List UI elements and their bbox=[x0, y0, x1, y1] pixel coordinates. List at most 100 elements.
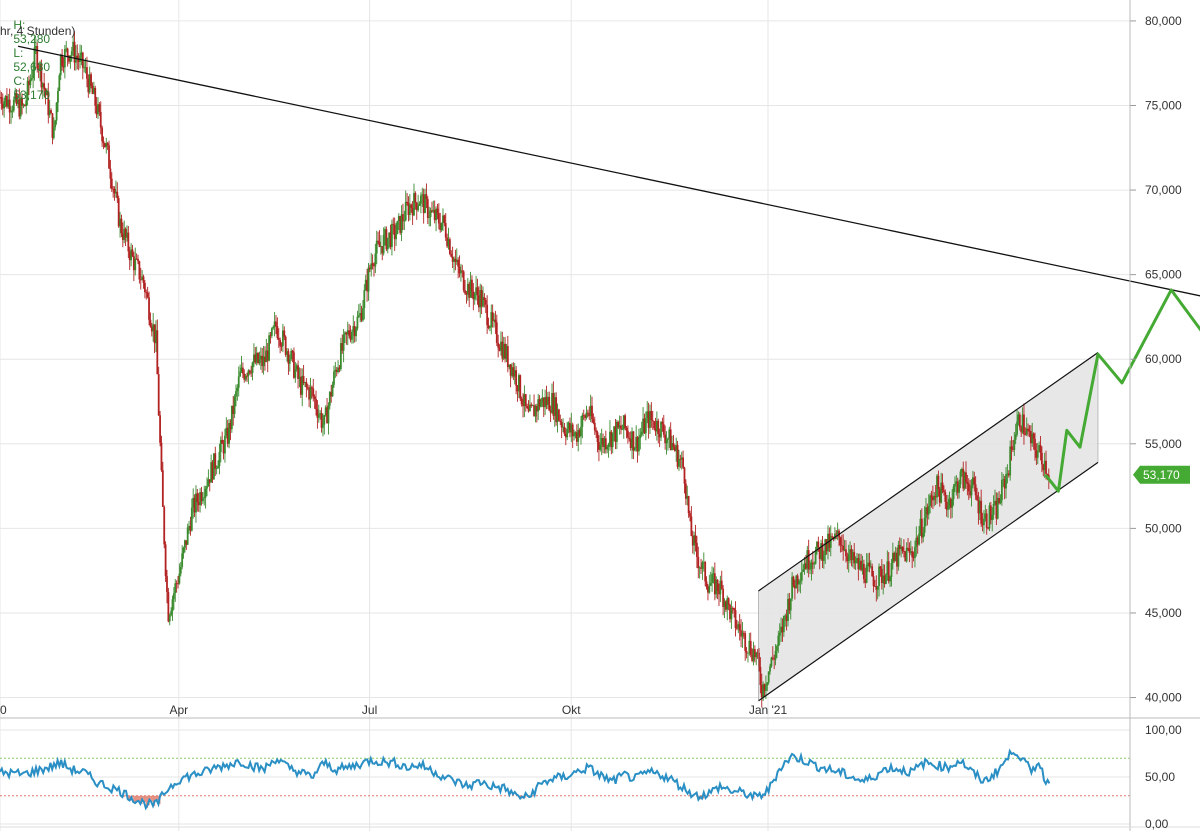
candle-body bbox=[387, 238, 389, 249]
candle-body bbox=[234, 397, 236, 414]
candle-body bbox=[627, 431, 629, 438]
candle-body bbox=[311, 387, 313, 388]
candle-body bbox=[489, 327, 491, 328]
candle-body bbox=[639, 435, 641, 438]
candle-body bbox=[202, 498, 204, 501]
candle-body bbox=[1015, 435, 1017, 440]
candle-body bbox=[759, 667, 761, 685]
candle-body bbox=[53, 127, 55, 138]
candle-body bbox=[594, 423, 596, 431]
close-label: C: bbox=[13, 74, 25, 88]
candle-body bbox=[817, 542, 819, 548]
chart-area: 40,00045,00050,00055,00060,00065,00070,0… bbox=[0, 0, 1200, 831]
candle-body bbox=[620, 425, 622, 429]
candle-body bbox=[689, 513, 691, 516]
candle-body bbox=[809, 569, 811, 570]
candle-body bbox=[450, 254, 452, 257]
candle-body bbox=[173, 593, 175, 599]
candle-body bbox=[775, 651, 777, 660]
low-value: 52,630 bbox=[13, 60, 50, 74]
channel-fill bbox=[758, 352, 1098, 700]
candle-body bbox=[377, 241, 379, 242]
candle-body bbox=[318, 414, 320, 417]
candle-body bbox=[663, 424, 665, 434]
candle-body bbox=[134, 259, 136, 271]
candle-body bbox=[958, 484, 960, 492]
candle-body bbox=[975, 484, 977, 495]
candle-body bbox=[581, 415, 583, 426]
candle-body bbox=[138, 261, 140, 279]
candle-body bbox=[739, 624, 741, 630]
candle-body bbox=[902, 547, 904, 551]
candle-body bbox=[766, 682, 768, 685]
candle-body bbox=[169, 615, 171, 621]
rsi-tick-label: 100,00 bbox=[1145, 723, 1182, 737]
candle-body bbox=[474, 293, 476, 299]
candle-body bbox=[993, 504, 995, 515]
candle-body bbox=[235, 391, 237, 396]
x-tick-label: Jan '21 bbox=[749, 703, 788, 717]
candle-body bbox=[721, 581, 723, 589]
candle-body bbox=[181, 553, 183, 567]
close-value: 53,170 bbox=[13, 88, 50, 102]
candle-body bbox=[711, 574, 713, 583]
candle-body bbox=[591, 406, 593, 419]
candle-body bbox=[98, 104, 100, 112]
candle-body bbox=[768, 671, 770, 682]
candle-body bbox=[976, 495, 978, 500]
candle-body bbox=[332, 385, 334, 396]
candle-body bbox=[441, 223, 443, 230]
candle-body bbox=[343, 335, 345, 351]
candle-body bbox=[196, 493, 198, 502]
candle-body bbox=[437, 209, 439, 213]
candle-body bbox=[312, 388, 314, 396]
candle-body bbox=[147, 293, 149, 298]
candle-body bbox=[54, 121, 56, 128]
candle-body bbox=[271, 328, 273, 335]
candle-body bbox=[922, 533, 924, 538]
candle-body bbox=[1045, 461, 1047, 474]
candle-body bbox=[410, 205, 412, 208]
candle-body bbox=[942, 483, 944, 491]
y-tick-label: 40,000 bbox=[1145, 691, 1182, 705]
candle-body bbox=[278, 338, 280, 340]
candle-body bbox=[368, 268, 370, 292]
candle-body bbox=[690, 517, 692, 536]
candle-body bbox=[965, 472, 967, 482]
candle-body bbox=[918, 534, 920, 545]
candle-body bbox=[684, 468, 686, 484]
candle-body bbox=[165, 544, 167, 576]
candle-body bbox=[259, 359, 261, 363]
candle-body bbox=[1023, 415, 1025, 435]
current-price-label: 53,170 bbox=[1143, 468, 1180, 482]
candle-body bbox=[561, 422, 563, 427]
candle-body bbox=[608, 444, 610, 447]
candle-body bbox=[877, 586, 879, 590]
candle-body bbox=[348, 330, 350, 336]
candle-body bbox=[885, 575, 887, 584]
candle-body bbox=[1034, 439, 1036, 450]
candle-body bbox=[638, 438, 640, 451]
candle-body bbox=[236, 388, 238, 391]
candle-body bbox=[628, 438, 630, 439]
candle-body bbox=[406, 202, 408, 203]
candle-body bbox=[144, 283, 146, 292]
candle-body bbox=[652, 420, 654, 421]
candle-body bbox=[871, 566, 873, 576]
candle-body bbox=[928, 506, 930, 515]
candle-body bbox=[540, 402, 542, 407]
candle-body bbox=[1013, 440, 1015, 450]
candle-body bbox=[772, 658, 774, 659]
x-tick-label: Apr bbox=[169, 703, 188, 717]
candle-body bbox=[564, 427, 566, 434]
candle-body bbox=[678, 459, 680, 467]
rsi-layer bbox=[0, 730, 1130, 824]
candle-body bbox=[750, 641, 752, 655]
candle-body bbox=[717, 580, 719, 591]
candle-body bbox=[688, 496, 690, 513]
candle-body bbox=[944, 492, 946, 502]
candle-body bbox=[374, 254, 376, 267]
candle-body bbox=[221, 440, 223, 444]
candle-body bbox=[224, 436, 226, 454]
candle-body bbox=[268, 335, 270, 360]
